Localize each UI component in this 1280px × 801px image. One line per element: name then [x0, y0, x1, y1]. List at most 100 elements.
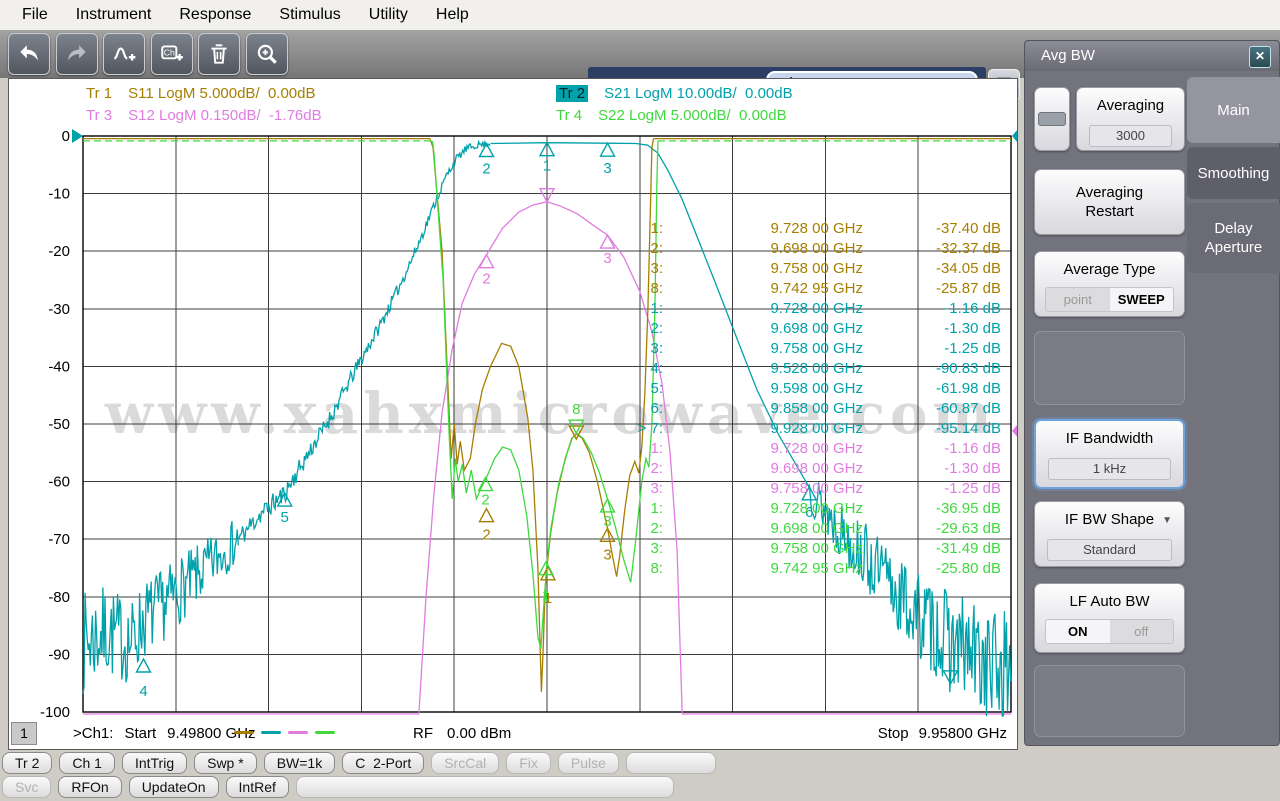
channel-badge[interactable]: 1: [11, 722, 37, 745]
marker-row-tr4-1: 1: 9.728 00 GHz -36.95 dB: [623, 499, 1015, 519]
status-button-ch-1[interactable]: Ch 1: [59, 752, 115, 774]
trace-id-tr2: Tr 2: [556, 85, 589, 102]
status-button-tr-2[interactable]: Tr 2: [2, 752, 53, 774]
dropdown-arrow-icon: ▼: [1162, 515, 1172, 526]
menu-utility[interactable]: Utility: [355, 3, 422, 27]
menu-bar: File Instrument Response Stimulus Utility Hel…: [0, 0, 1280, 30]
svg-text:2: 2: [481, 492, 489, 509]
tab-main[interactable]: Main: [1187, 77, 1280, 143]
tab-delay-aperture[interactable]: Delay Aperture: [1187, 203, 1280, 273]
zoom-in-button[interactable]: [245, 33, 288, 75]
lf-auto-bw-toggle[interactable]: ON off: [1045, 619, 1174, 644]
stop-value: 9.95800 GHz: [918, 724, 1007, 742]
average-type-toggle[interactable]: point SWEEP: [1045, 287, 1174, 312]
undo-button[interactable]: [8, 33, 50, 75]
menu-stimulus[interactable]: Stimulus: [265, 3, 354, 27]
averaging-label: Averaging: [1096, 97, 1165, 114]
delete-button[interactable]: [198, 33, 240, 75]
status-button-rfon[interactable]: RFOn: [58, 776, 122, 798]
marker-frequency: 9.728 00 GHz: [770, 440, 863, 457]
zoom-in-icon: [257, 44, 277, 64]
add-channel-button[interactable]: Ch: [150, 33, 193, 75]
marker-frequency: 9.728 00 GHz: [770, 220, 863, 237]
average-type-point[interactable]: point: [1046, 288, 1110, 311]
svg-text:-90: -90: [48, 646, 70, 663]
marker-frequency: 9.698 00 GHz: [770, 320, 863, 337]
marker-row-tr2-1: 1: 9.728 00 GHz -1.16 dB: [623, 299, 1015, 319]
trace-label-tr4[interactable]: Tr 4 S22 LogM 5.000dB/ 0.00dB: [556, 107, 787, 124]
marker-row-tr2-4: 4: 9.528 00 GHz -90.83 dB: [623, 359, 1015, 379]
lf-auto-bw-on[interactable]: ON: [1046, 620, 1110, 643]
status-button-blank: [295, 776, 674, 798]
if-bandwidth-button[interactable]: IF Bandwidth 1 kHz: [1034, 419, 1185, 489]
marker-row-tr1-3: 3: 9.758 00 GHz -34.05 dB: [623, 259, 1015, 279]
svg-text:3: 3: [603, 160, 611, 177]
trace-id-tr4: Tr 4: [556, 107, 583, 124]
menu-help[interactable]: Help: [422, 3, 483, 27]
marker-value: -32.37 dB: [935, 240, 1001, 257]
svg-text:4: 4: [139, 683, 147, 700]
status-button-bw-1k[interactable]: BW=1k: [263, 752, 336, 774]
marker-value: -34.05 dB: [935, 260, 1001, 277]
redo-button[interactable]: [55, 33, 98, 75]
menu-response[interactable]: Response: [165, 3, 265, 27]
stop-frequency: Stop 9.95800 GHz: [878, 725, 1007, 742]
average-type-button[interactable]: Average Type point SWEEP: [1034, 251, 1185, 317]
status-button-c-2-port[interactable]: C 2-Port: [342, 752, 425, 774]
if-bandwidth-label: IF Bandwidth: [1065, 430, 1154, 447]
marker-number: 3:: [650, 260, 663, 277]
average-type-sweep[interactable]: SWEEP: [1109, 288, 1173, 311]
empty-softkey-2: [1034, 665, 1185, 737]
close-icon[interactable]: ✕: [1249, 46, 1271, 68]
marker-value: -61.98 dB: [935, 380, 1001, 397]
status-button-swp-[interactable]: Swp *: [194, 752, 257, 774]
start-label: Start: [124, 724, 157, 742]
marker-number: 3:: [650, 340, 663, 357]
marker-row-tr1-8: 8: 9.742 95 GHz -25.87 dB: [623, 279, 1015, 299]
add-trace-button[interactable]: [103, 33, 145, 75]
rf-power: RF 0.00 dBm: [413, 725, 511, 742]
lf-auto-bw-off[interactable]: off: [1109, 620, 1173, 643]
lf-auto-bw-label: LF Auto BW: [1069, 593, 1150, 610]
tab-smoothing[interactable]: Smoothing: [1187, 147, 1280, 199]
averaging-button[interactable]: Averaging 3000: [1076, 87, 1185, 151]
trace-label-tr2[interactable]: Tr 2 S21 LogM 10.00dB/ 0.00dB: [556, 85, 793, 102]
marker-row-tr4-8: 8: 9.742 95 GHz -25.80 dB: [623, 559, 1015, 579]
trace-dash-tr2: [261, 731, 281, 734]
status-button-intref[interactable]: IntRef: [225, 776, 289, 798]
status-button-updateon[interactable]: UpdateOn: [128, 776, 219, 798]
marker-number: 5:: [650, 380, 663, 397]
marker-number: 8:: [650, 560, 663, 577]
trace-label-tr1[interactable]: Tr 1 S11 LogM 5.000dB/ 0.00dB: [86, 85, 316, 102]
marker-frequency: 9.758 00 GHz: [770, 480, 863, 497]
marker-frequency: 9.742 95 GHz: [770, 280, 863, 297]
svg-text:-50: -50: [48, 416, 70, 433]
status-button-inttrig[interactable]: IntTrig: [121, 752, 188, 774]
marker-frequency: 9.728 00 GHz: [770, 300, 863, 317]
svg-text:-30: -30: [48, 301, 70, 318]
trace-dash-tr1: [234, 731, 254, 734]
marker-row-tr3-3: 3: 9.758 00 GHz -1.25 dB: [623, 479, 1015, 499]
marker-value: -25.87 dB: [935, 280, 1001, 297]
if-bw-shape-button[interactable]: IF BW Shape ▼ Standard: [1034, 501, 1185, 567]
svg-text:3: 3: [603, 250, 611, 267]
marker-value: -60.87 dB: [935, 400, 1001, 417]
trace-label-tr3[interactable]: Tr 3 S12 LogM 0.150dB/ -1.76dB: [86, 107, 322, 124]
marker-row-tr4-3: 3: 9.758 00 GHz -31.49 dB: [623, 539, 1015, 559]
marker-row-tr2-3: 3: 9.758 00 GHz -1.25 dB: [623, 339, 1015, 359]
svg-text:2: 2: [482, 527, 490, 544]
lf-auto-bw-button[interactable]: LF Auto BW ON off: [1034, 583, 1185, 653]
marker-frequency: 9.758 00 GHz: [770, 540, 863, 557]
marker-value: -1.25 dB: [944, 480, 1001, 497]
marker-number: > 7:: [637, 420, 663, 437]
trace-color-dashes: [234, 731, 335, 734]
menu-file[interactable]: File: [8, 3, 62, 27]
status-button-pulse: Pulse: [557, 752, 619, 774]
marker-frequency: 9.758 00 GHz: [770, 340, 863, 357]
averaging-enable-button[interactable]: [1034, 87, 1070, 151]
marker-row-tr3-2: 2: 9.698 00 GHz -1.30 dB: [623, 459, 1015, 479]
empty-softkey-1: [1034, 331, 1185, 405]
averaging-restart-button[interactable]: Averaging Restart: [1034, 169, 1185, 235]
marker-frequency: 9.598 00 GHz: [770, 380, 863, 397]
menu-instrument[interactable]: Instrument: [62, 3, 166, 27]
